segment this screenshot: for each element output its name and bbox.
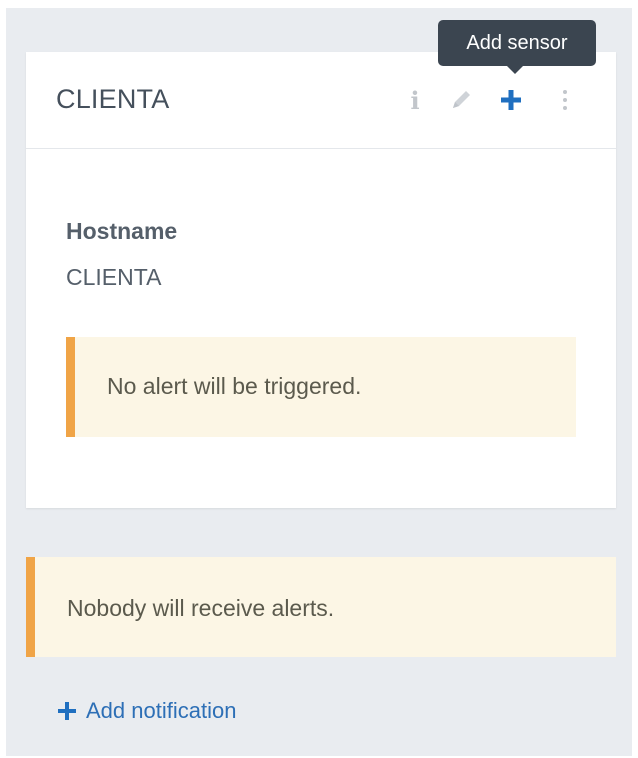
no-alert-message: No alert will be triggered. (66, 337, 576, 437)
add-sensor-tooltip: Add sensor (438, 20, 596, 74)
info-icon[interactable]: i (398, 82, 432, 118)
host-card: CLIENTA i Hostname CLIENTA No alert will… (26, 52, 616, 508)
info-glyph: i (410, 85, 420, 115)
pencil-icon[interactable] (444, 82, 478, 118)
pencil-svg (453, 91, 470, 108)
more-dots (563, 90, 567, 110)
card-header: CLIENTA i (26, 52, 616, 149)
card-title: CLIENTA (56, 84, 170, 114)
no-recipients-message: Nobody will receive alerts. (26, 557, 616, 657)
plus-icon (58, 702, 76, 720)
add-notification-label: Add notification (86, 698, 237, 723)
plus-icon (501, 90, 521, 110)
add-notification-link[interactable]: Add notification (56, 696, 236, 726)
add-sensor-button[interactable] (494, 82, 528, 118)
more-vertical-icon[interactable] (548, 82, 582, 118)
hostname-value: CLIENTA (66, 264, 162, 290)
no-recipients-text: Nobody will receive alerts. (67, 595, 335, 621)
no-alert-text: No alert will be triggered. (107, 373, 362, 399)
hostname-label: Hostname (66, 218, 178, 244)
